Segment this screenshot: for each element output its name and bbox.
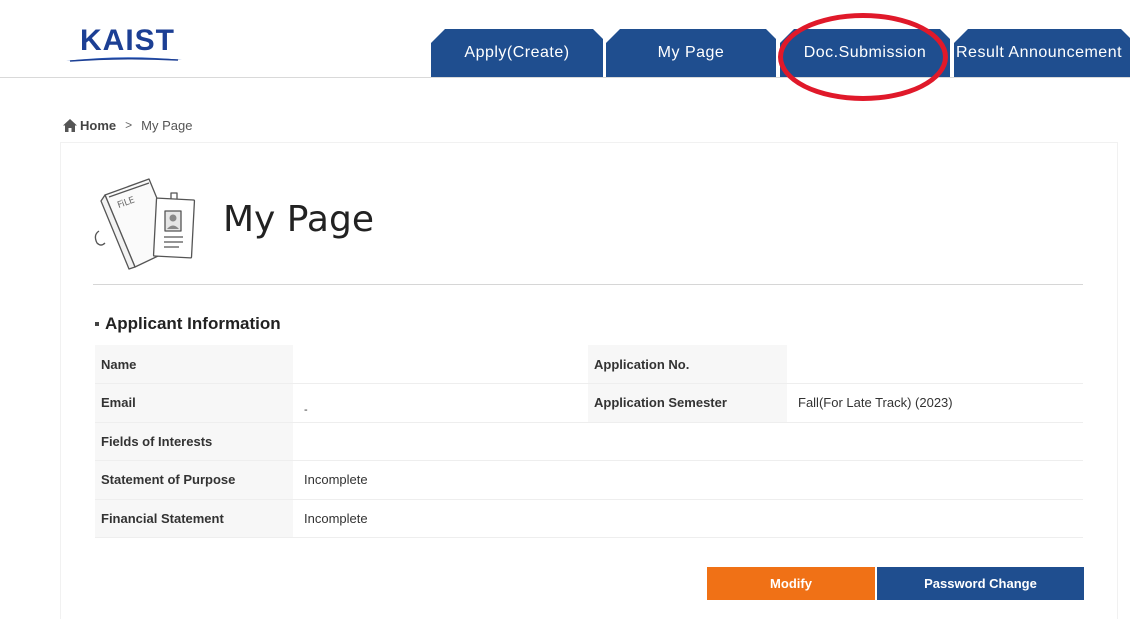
email-label: Email [95,383,293,423]
application-semester-value: Fall(For Late Track) (2023) [787,383,1083,423]
breadcrumb-home-link[interactable]: Home [80,118,116,133]
fields-of-interests-label: Fields of Interests [95,422,293,461]
financial-statement-label: Financial Statement [95,499,293,538]
table-row: Statement of Purpose Incomplete [95,460,1083,500]
section-title-text: Applicant Information [105,314,281,333]
application-semester-label: Application Semester [588,383,787,423]
file-folder-id-card-icon: FiLE [94,178,196,270]
table-row: Fields of Interests [95,422,1083,461]
fields-of-interests-value [293,422,1083,461]
logo-swoosh-icon [66,57,182,62]
modify-button[interactable]: Modify [707,567,875,600]
breadcrumb-separator: > [125,118,133,132]
table-row: Name Application No. [95,345,1083,384]
site-header: KAIST Apply(Create) My Page Doc.Submissi… [0,0,1130,78]
content-panel: FiLE My Page Applicant Information Name … [61,143,1117,619]
section-title: Applicant Information [95,314,281,334]
section-bullet-icon [95,322,99,326]
tab-my-page[interactable]: My Page [606,29,776,77]
application-no-value [787,345,1083,384]
table-row: Email - Application Semester Fall(For La… [95,383,1083,423]
applicant-info-table: Name Application No. Email - Application… [95,345,1083,538]
financial-statement-value: Incomplete [293,499,1083,538]
home-icon [63,118,77,132]
table-row: Financial Statement Incomplete [95,499,1083,538]
statement-of-purpose-label: Statement of Purpose [95,460,293,500]
tab-result-announcement[interactable]: Result Announcement [954,29,1130,77]
email-value: - [293,383,588,423]
tab-apply-create[interactable]: Apply(Create) [431,29,603,77]
statement-of-purpose-value: Incomplete [293,460,1083,500]
breadcrumb-current: My Page [141,117,193,133]
title-divider [93,284,1083,285]
name-label: Name [95,345,293,384]
email-value-text: - [304,404,308,417]
breadcrumb: Home > My Page [63,116,192,134]
name-value [293,345,588,384]
kaist-logo[interactable]: KAIST [66,24,182,66]
tab-doc-submission[interactable]: Doc.Submission [780,29,950,77]
application-no-label: Application No. [588,345,787,384]
page-title: My Page [223,199,374,240]
logo-text: KAIST [80,24,175,57]
password-change-button[interactable]: Password Change [877,567,1084,600]
